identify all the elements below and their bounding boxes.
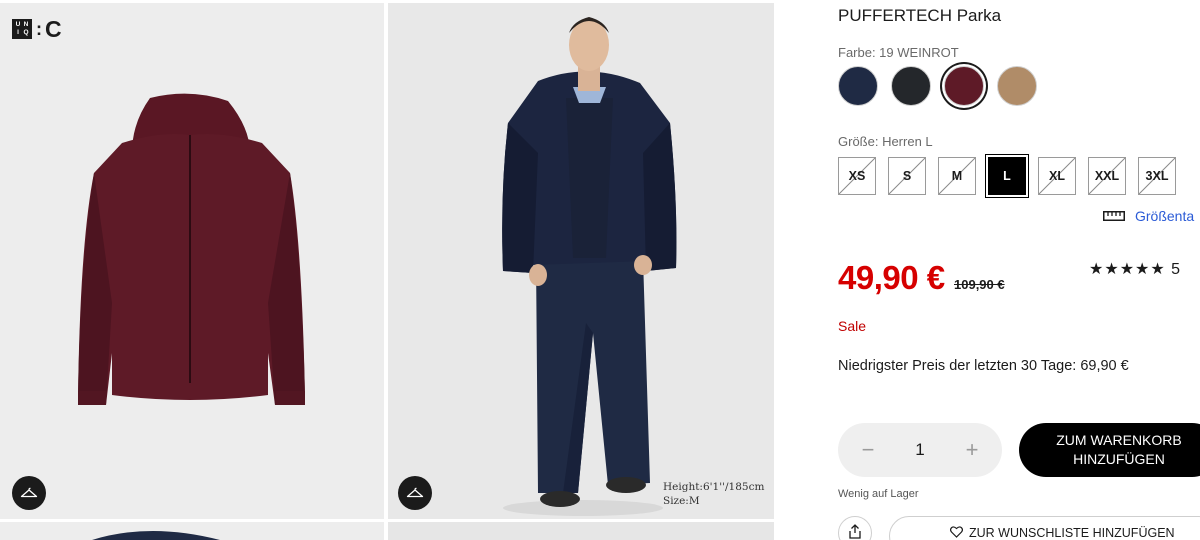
logo-letter: I: [17, 29, 19, 36]
size-options: XS S M L XL XXL 3XL: [838, 157, 1176, 195]
logo-letter: Q: [23, 29, 29, 36]
quantity-stepper: − 1 +: [838, 423, 1002, 477]
product-image-3[interactable]: [0, 522, 384, 540]
color-swatch-weinrot[interactable]: [944, 66, 984, 106]
add-to-cart-button[interactable]: ZUM WARENKORB HINZUFÜGEN: [1019, 423, 1200, 477]
lowest-price-note: Niedrigster Preis der letzten 30 Tage: 6…: [838, 358, 1129, 374]
logo-separator: :: [36, 19, 42, 39]
size-label: Größe: Herren L: [838, 134, 933, 149]
model-size: Size:M: [663, 495, 700, 507]
size-label-s: S: [902, 169, 912, 183]
logo-collection-letter: C: [45, 16, 62, 42]
stock-status: Wenig auf Lager: [838, 488, 919, 500]
size-guide-link[interactable]: Größenta: [1103, 208, 1194, 224]
decrease-quantity-button[interactable]: −: [858, 439, 878, 461]
hanger-icon: [20, 487, 38, 498]
size-option-xl[interactable]: XL: [1038, 157, 1076, 195]
size-option-l[interactable]: L: [988, 157, 1026, 195]
model-height: Height:6'1''/185cm: [663, 481, 765, 493]
logo-letter: N: [23, 21, 29, 28]
size-option-3xl[interactable]: 3XL: [1138, 157, 1176, 195]
heart-icon: [950, 526, 963, 538]
try-on-button[interactable]: [12, 476, 46, 510]
model-info: Height:6'1''/185cm Size:M: [663, 480, 764, 508]
current-price: 49,90 €: [838, 259, 945, 296]
rating-stars[interactable]: ★★★★★ 5: [1089, 259, 1181, 279]
color-swatch-black[interactable]: [891, 66, 931, 106]
size-label-xs: XS: [848, 169, 866, 183]
sale-label: Sale: [838, 318, 867, 334]
product-image-main[interactable]: U N I Q : C: [0, 3, 384, 519]
size-label-xxl: XXL: [1094, 169, 1120, 183]
try-on-button[interactable]: [398, 476, 432, 510]
jacket-navy-image: [92, 531, 220, 540]
size-option-m[interactable]: M: [938, 157, 976, 195]
uniqlo-logo-mark: U N I Q: [12, 19, 32, 39]
size-label-3xl: 3XL: [1145, 169, 1169, 183]
original-price: 109,90 €: [954, 277, 1005, 292]
color-label: Farbe: 19 WEINROT: [838, 45, 959, 60]
add-to-cart-label-line1: ZUM WARENKORB: [1056, 432, 1182, 448]
size-guide-label: Größenta: [1135, 208, 1195, 224]
share-button[interactable]: [838, 516, 872, 540]
size-option-s[interactable]: S: [888, 157, 926, 195]
color-swatches: [838, 66, 1037, 106]
jacket-flat-image: [78, 93, 305, 405]
product-image-4[interactable]: [388, 522, 774, 540]
size-label-l: L: [1003, 169, 1011, 183]
brand-logo[interactable]: U N I Q : C: [12, 17, 62, 41]
share-icon: [849, 524, 861, 539]
size-label-xl: XL: [1049, 169, 1065, 183]
quantity-value: 1: [915, 440, 925, 459]
increase-quantity-button[interactable]: +: [962, 439, 982, 461]
size-option-xxl[interactable]: XXL: [1088, 157, 1126, 195]
product-image-model[interactable]: Height:6'1''/185cm Size:M: [388, 3, 774, 519]
logo-letter: U: [15, 21, 21, 28]
ruler-icon: [1103, 211, 1125, 221]
size-label-m: M: [951, 169, 963, 183]
product-detail-panel: PUFFERTECH Parka Farbe: 19 WEINROT Größe…: [838, 0, 1200, 540]
add-to-cart-label-line2: HINZUFÜGEN: [1073, 451, 1165, 467]
color-swatch-navy[interactable]: [838, 66, 878, 106]
size-option-xs[interactable]: XS: [838, 157, 876, 195]
hanger-icon: [406, 487, 424, 498]
add-to-wishlist-button[interactable]: ZUR WUNSCHLISTE HINZUFÜGEN: [889, 516, 1200, 540]
product-title: PUFFERTECH Parka: [838, 6, 1002, 25]
color-swatch-beige[interactable]: [997, 66, 1037, 106]
wishlist-label: ZUR WUNSCHLISTE HINZUFÜGEN: [969, 526, 1175, 540]
model-photo: [502, 17, 677, 516]
product-gallery: U N I Q : C Height:6'1''/185cm Size:M: [0, 0, 774, 540]
